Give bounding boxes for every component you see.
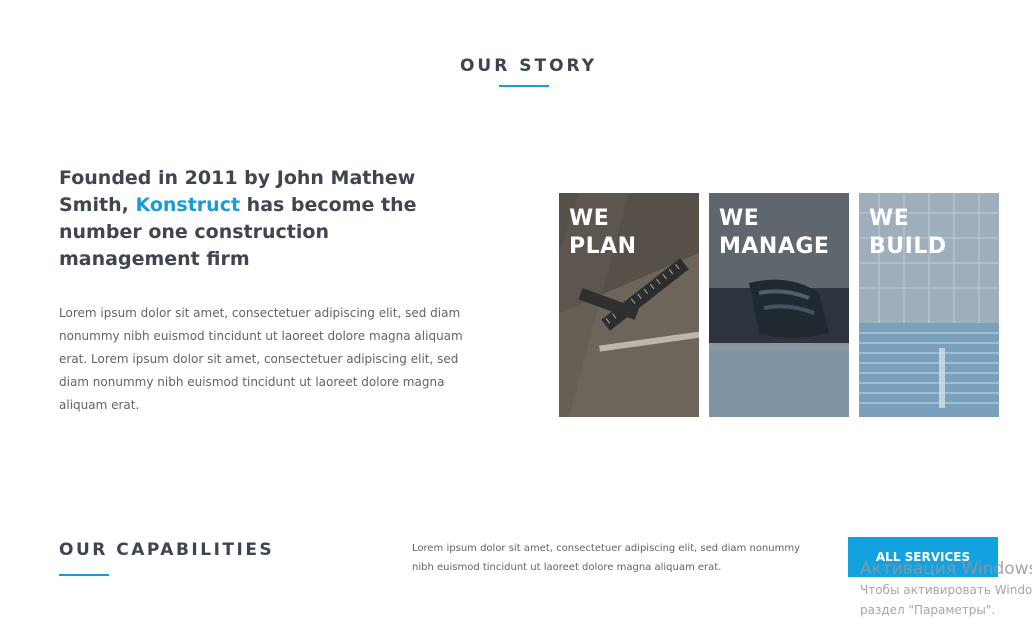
story-paragraph: Lorem ipsum dolor sit amet, consectetuer… (59, 306, 463, 412)
section-title-our-capabilities: OUR CAPABILITIES (59, 540, 275, 560)
watermark-line: Чтобы активировать Windows, (860, 583, 1032, 597)
panel-label: WE PLAN (569, 205, 637, 261)
panel-label-line1: WE (869, 206, 910, 231)
watermark-title: Активация Windows (860, 559, 1032, 579)
panel-label-line2: MANAGE (719, 234, 830, 259)
panel-label-line1: WE (719, 206, 760, 231)
panel-we-build[interactable]: WE BUILD (859, 193, 999, 417)
panel-label-line1: WE (569, 206, 610, 231)
page: OUR STORY Founded in 2011 by John Mathew… (0, 0, 1032, 618)
windows-activation-watermark: Активация Windows Чтобы активировать Win… (860, 558, 1032, 618)
panel-we-plan[interactable]: WE PLAN (559, 193, 699, 417)
brand-name: Konstruct (135, 194, 241, 216)
capabilities-paragraph: Lorem ipsum dolor sit amet, consectetuer… (412, 543, 801, 573)
section-title-our-story: OUR STORY (459, 56, 598, 76)
panel-label-line2: BUILD (869, 234, 947, 259)
panel-label-line2: PLAN (569, 234, 637, 259)
title-underline (59, 574, 109, 576)
panel-label: WE BUILD (869, 205, 947, 261)
story-heading: Founded in 2011 by John Mathew Smith, Ko… (59, 165, 469, 273)
panel-label: WE MANAGE (719, 205, 829, 261)
panel-we-manage[interactable]: WE MANAGE (709, 193, 849, 417)
title-underline (499, 85, 549, 87)
watermark-line: раздел "Параметры". (860, 603, 996, 617)
